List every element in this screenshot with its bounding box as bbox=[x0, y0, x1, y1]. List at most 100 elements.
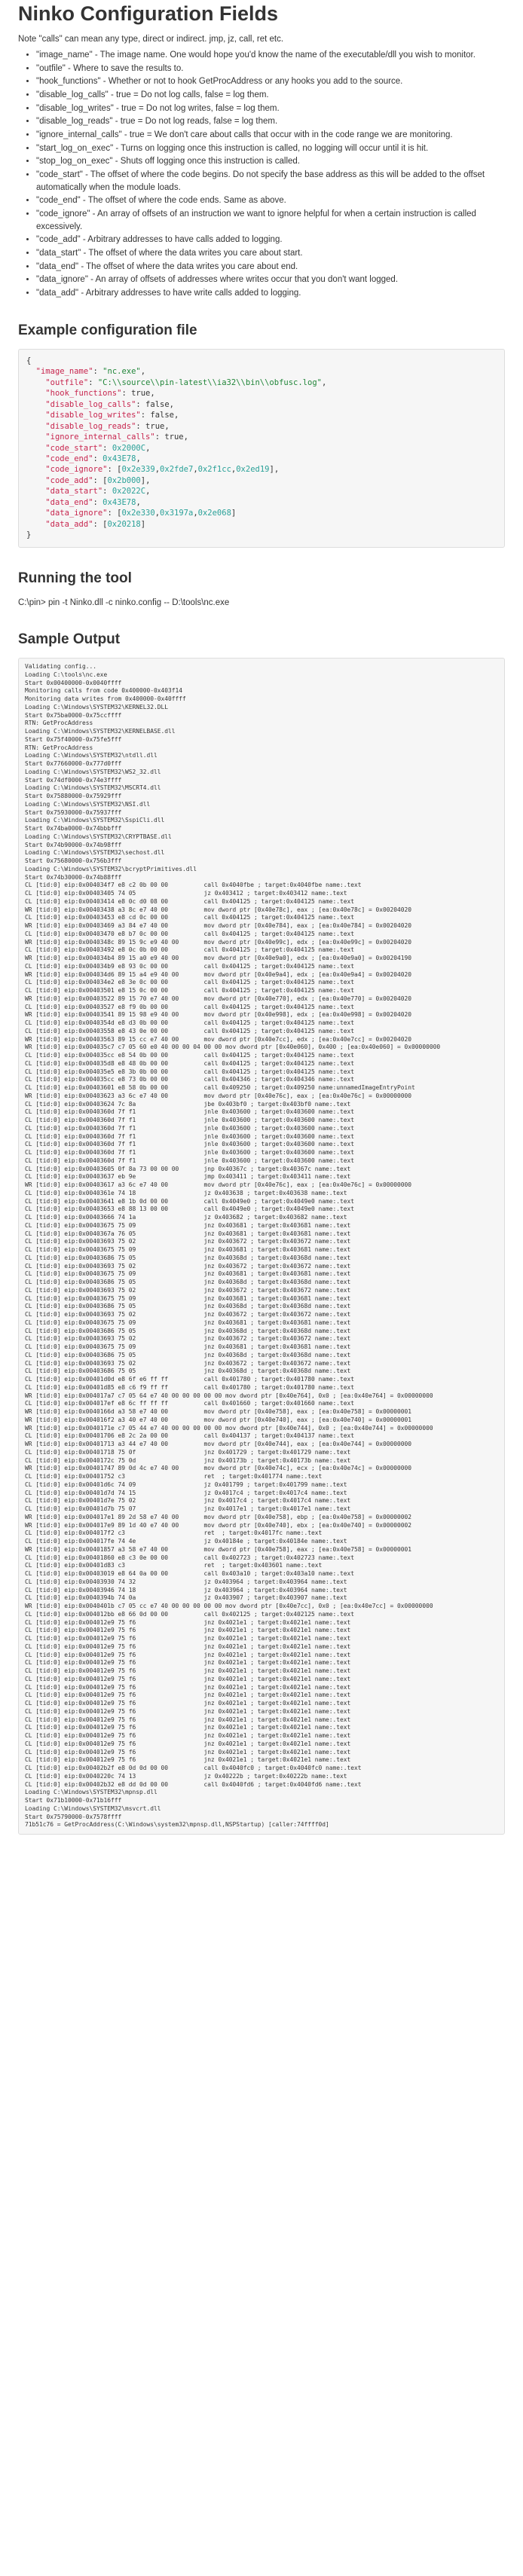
output-line: Loading C:\Windows\SYSTEM32\MSCRT4.dll bbox=[25, 784, 161, 792]
output-line: WR [tid:0] eip:0x00403438 a3 8c e7 40 00… bbox=[25, 906, 412, 913]
output-line: WR [tid:0] eip:0x00401857 a3 58 e7 40 00… bbox=[25, 1545, 412, 1553]
field-description: - An array of offsets of addresses where… bbox=[87, 275, 399, 285]
output-line: WR [tid:0] eip:0x00403469 a3 84 e7 40 00… bbox=[25, 922, 412, 930]
output-line: CL [tid:0] eip:0x00403666 74 1a jz 0x403… bbox=[25, 1214, 347, 1221]
output-line: CL [tid:0] eip:0x00401d0d e8 6f e6 ff ff… bbox=[25, 1376, 355, 1383]
field-description: - Whether or not to hook GetProcAddress … bbox=[100, 77, 403, 87]
output-line: WR [tid:0] eip:0x00403623 a3 6c e7 40 00… bbox=[25, 1092, 412, 1099]
output-line: CL [tid:0] eip:0x004035cc e8 54 0b 00 00… bbox=[25, 1052, 355, 1059]
output-line: Validating config... bbox=[25, 663, 97, 671]
field-item: "code_add" - Arbitrary addresses to have… bbox=[36, 234, 505, 246]
output-line: Loading C:\Windows\SYSTEM32\KERNELBASE.d… bbox=[25, 728, 176, 735]
field-item: "data_add" - Arbitrary addresses to have… bbox=[36, 287, 505, 300]
field-description: - The offset of where the data writes yo… bbox=[78, 261, 298, 271]
output-line: CL [tid:0] eip:0x00403693 75 02 jnz 0x40… bbox=[25, 1359, 351, 1367]
output-line: Start 0x74df0000-0x74e3ffff bbox=[25, 776, 122, 784]
output-line: CL [tid:0] eip:0x00403686 75 05 jnz 0x40… bbox=[25, 1327, 351, 1334]
field-item: "disable_log_calls" - true = Do not log … bbox=[36, 89, 505, 102]
output-line: CL [tid:0] eip:0x00402b32 e8 dd 0d 00 00… bbox=[25, 1780, 362, 1788]
output-line: CL [tid:0] eip:0x0040360d 7f f1 jnle 0x4… bbox=[25, 1108, 355, 1116]
output-line: CL [tid:0] eip:0x004012e9 75 f6 jnz 0x40… bbox=[25, 1635, 351, 1642]
output-line: CL [tid:0] eip:0x00403675 75 09 jnz 0x40… bbox=[25, 1270, 351, 1278]
config-line: "code_end": 0x43E78, bbox=[45, 454, 141, 463]
output-line: WR [tid:0] eip:0x00403563 89 15 cc e7 40… bbox=[25, 1035, 412, 1043]
output-line: CL [tid:0] eip:0x00403675 75 09 jnz 0x40… bbox=[25, 1319, 351, 1326]
output-line: CL [tid:0] eip:0x00403405 74 05 jz 0x403… bbox=[25, 890, 347, 897]
field-name: "image_name" bbox=[36, 50, 93, 60]
output-line: CL [tid:0] eip:0x00403414 e8 0c d0 08 00… bbox=[25, 897, 355, 905]
output-line: CL [tid:0] eip:0x00401860 e8 c3 0e 00 00… bbox=[25, 1554, 355, 1561]
output-line: CL [tid:0] eip:0x0040360d 7f f1 jnle 0x4… bbox=[25, 1132, 355, 1140]
output-line: CL [tid:0] eip:0x00401d7d 74 15 jz 0x401… bbox=[25, 1489, 347, 1496]
output-line: CL [tid:0] eip:0x00403558 e8 43 0e 00 00… bbox=[25, 1027, 355, 1034]
config-line: "ignore_internal_calls": true, bbox=[45, 432, 188, 442]
output-line: CL [tid:0] eip:0x00403930 74 32 jz 0x403… bbox=[25, 1578, 347, 1585]
output-line: Start 0x74b30000-0x74b88fff bbox=[25, 873, 122, 881]
config-line: "data_add": [0x20218] bbox=[45, 519, 146, 529]
output-line: Loading C:\Windows\SYSTEM32\NSI.dll bbox=[25, 800, 151, 808]
output-line: CL [tid:0] eip:0x004012e9 75 f6 jnz 0x40… bbox=[25, 1659, 351, 1667]
output-line: CL [tid:0] eip:0x00403675 75 09 jnz 0x40… bbox=[25, 1294, 351, 1302]
output-line: CL [tid:0] eip:0x00401d83 c3 ret ; targe… bbox=[25, 1562, 323, 1569]
output-line: WR [tid:0] eip:0x004017e9 89 1d 40 e7 40… bbox=[25, 1521, 412, 1529]
output-line: WR [tid:0] eip:0x004017e1 89 2d 58 e7 40… bbox=[25, 1513, 412, 1520]
field-item: "code_start" - The offset of where the c… bbox=[36, 169, 505, 194]
field-description: - true = Do not log reads, false = log t… bbox=[112, 117, 278, 127]
page-title: Ninko Configuration Fields bbox=[18, 2, 278, 25]
output-line: Loading C:\Windows\SYSTEM32\SspiCli.dll bbox=[25, 817, 165, 824]
field-description: - Arbitrary addresses to have write call… bbox=[78, 289, 301, 298]
field-description: - Where to save the results to. bbox=[65, 63, 184, 73]
output-line: CL [tid:0] eip:0x004035e5 e8 3b 0b 00 00… bbox=[25, 1068, 355, 1075]
output-line: CL [tid:0] eip:0x004034e2 e8 3e 0c 00 00… bbox=[25, 979, 355, 986]
field-description: - The offset of where the code begins. D… bbox=[36, 170, 485, 192]
output-line: CL [tid:0] eip:0x004012e9 75 f6 jnz 0x40… bbox=[25, 1642, 351, 1650]
output-line: WR [tid:0] eip:0x004017a7 c7 05 64 e7 40… bbox=[25, 1392, 433, 1399]
output-line: CL [tid:0] eip:0x004012e9 75 f6 jnz 0x40… bbox=[25, 1651, 351, 1658]
output-line: Start 0x75f40000-0x75fe5fff bbox=[25, 735, 122, 743]
output-line: CL [tid:0] eip:0x00403686 75 05 jnz 0x40… bbox=[25, 1367, 351, 1375]
field-item: "data_start" - The offset of where the d… bbox=[36, 247, 505, 260]
output-line: WR [tid:0] eip:0x00401713 a3 44 e7 40 00… bbox=[25, 1441, 412, 1448]
output-line: CL [tid:0] eip:0x004012e9 75 f6 jnz 0x40… bbox=[25, 1683, 351, 1691]
config-line: "disable_log_calls": false, bbox=[45, 399, 174, 409]
output-line: CL [tid:0] eip:0x00403686 75 05 jnz 0x40… bbox=[25, 1351, 351, 1358]
config-line: "hook_functions": true, bbox=[45, 389, 155, 399]
config-line: "image_name": "nc.exe", bbox=[35, 367, 146, 377]
output-line: Start 0x77660000-0x777d0fff bbox=[25, 760, 122, 768]
output-line: Loading C:\Windows\SYSTEM32\ntdll.dll bbox=[25, 752, 158, 759]
output-line: CL [tid:0] eip:0x00403675 75 09 jnz 0x40… bbox=[25, 1343, 351, 1351]
output-line: WR [tid:0] eip:0x00403541 89 15 98 e9 40… bbox=[25, 1011, 412, 1019]
calls-note: Note "calls" can mean any type, direct o… bbox=[18, 35, 284, 44]
output-line: Loading C:\Windows\SYSTEM32\bcryptPrimit… bbox=[25, 865, 197, 872]
output-line: 71b51c76 = GetProcAddress(C:\Windows\sys… bbox=[25, 1821, 329, 1829]
config-line: { bbox=[26, 356, 32, 365]
field-item: "stop_log_on_exec" - Shuts off logging o… bbox=[36, 155, 505, 168]
output-line: CL [tid:0] eip:0x00401752 c3 ret ; targe… bbox=[25, 1473, 323, 1481]
field-item: "ignore_internal_calls" - true = We don'… bbox=[36, 129, 505, 142]
output-line: CL [tid:0] eip:0x004035cc e8 73 0b 00 00… bbox=[25, 1076, 355, 1083]
output-line: Start 0x74ba0000-0x74bbbfff bbox=[25, 825, 122, 833]
output-line: CL [tid:0] eip:0x00403946 74 18 jz 0x403… bbox=[25, 1586, 347, 1594]
output-line: CL [tid:0] eip:0x0040360d 7f f1 jnle 0x4… bbox=[25, 1141, 355, 1148]
output-line: CL [tid:0] eip:0x0040354d e8 d3 0b 00 00… bbox=[25, 1019, 355, 1027]
field-item: "image_name" - The image name. One would… bbox=[36, 49, 505, 62]
field-description: - Turns on logging once this instruction… bbox=[113, 143, 429, 153]
field-item: "disable_log_writes" - true = Do not log… bbox=[36, 102, 505, 115]
output-line: CL [tid:0] eip:0x004012e9 75 f6 jnz 0x40… bbox=[25, 1748, 351, 1756]
output-line: CL [tid:0] eip:0x00403470 e8 b7 0c 00 00… bbox=[25, 930, 355, 937]
output-line: CL [tid:0] eip:0x0040360d 7f f1 jnle 0x4… bbox=[25, 1124, 355, 1132]
output-line: CL [tid:0] eip:0x00401d85 e8 c6 f9 ff ff… bbox=[25, 1383, 355, 1391]
output-line: WR [tid:0] eip:0x004035c7 c7 05 60 e0 40… bbox=[25, 1044, 441, 1051]
output-line: Loading C:\Windows\SYSTEM32\KERNEL32.DLL bbox=[25, 703, 169, 710]
output-line: CL [tid:0] eip:0x00401718 75 0f jnz 0x40… bbox=[25, 1448, 351, 1456]
output-line: CL [tid:0] eip:0x00401d7e 75 02 jnz 0x40… bbox=[25, 1497, 351, 1505]
field-name: "outfile" bbox=[36, 63, 66, 73]
output-line: Loading C:\Windows\SYSTEM32\mpnsp.dll bbox=[25, 1789, 158, 1796]
output-line: Monitoring calls from code 0x400000-0x40… bbox=[25, 687, 183, 695]
output-line: Monitoring data writes from 0x400000-0x4… bbox=[25, 695, 186, 703]
output-line: CL [tid:0] eip:0x0040394b 74 0a jz 0x403… bbox=[25, 1594, 347, 1602]
field-item: "hook_functions" - Whether or not to hoo… bbox=[36, 75, 505, 88]
output-line: CL [tid:0] eip:0x004012e9 75 f6 jnz 0x40… bbox=[25, 1707, 351, 1715]
output-line: CL [tid:0] eip:0x00403693 75 02 jnz 0x40… bbox=[25, 1286, 351, 1294]
output-line: CL [tid:0] eip:0x00401d6c 74 09 jz 0x401… bbox=[25, 1481, 347, 1488]
